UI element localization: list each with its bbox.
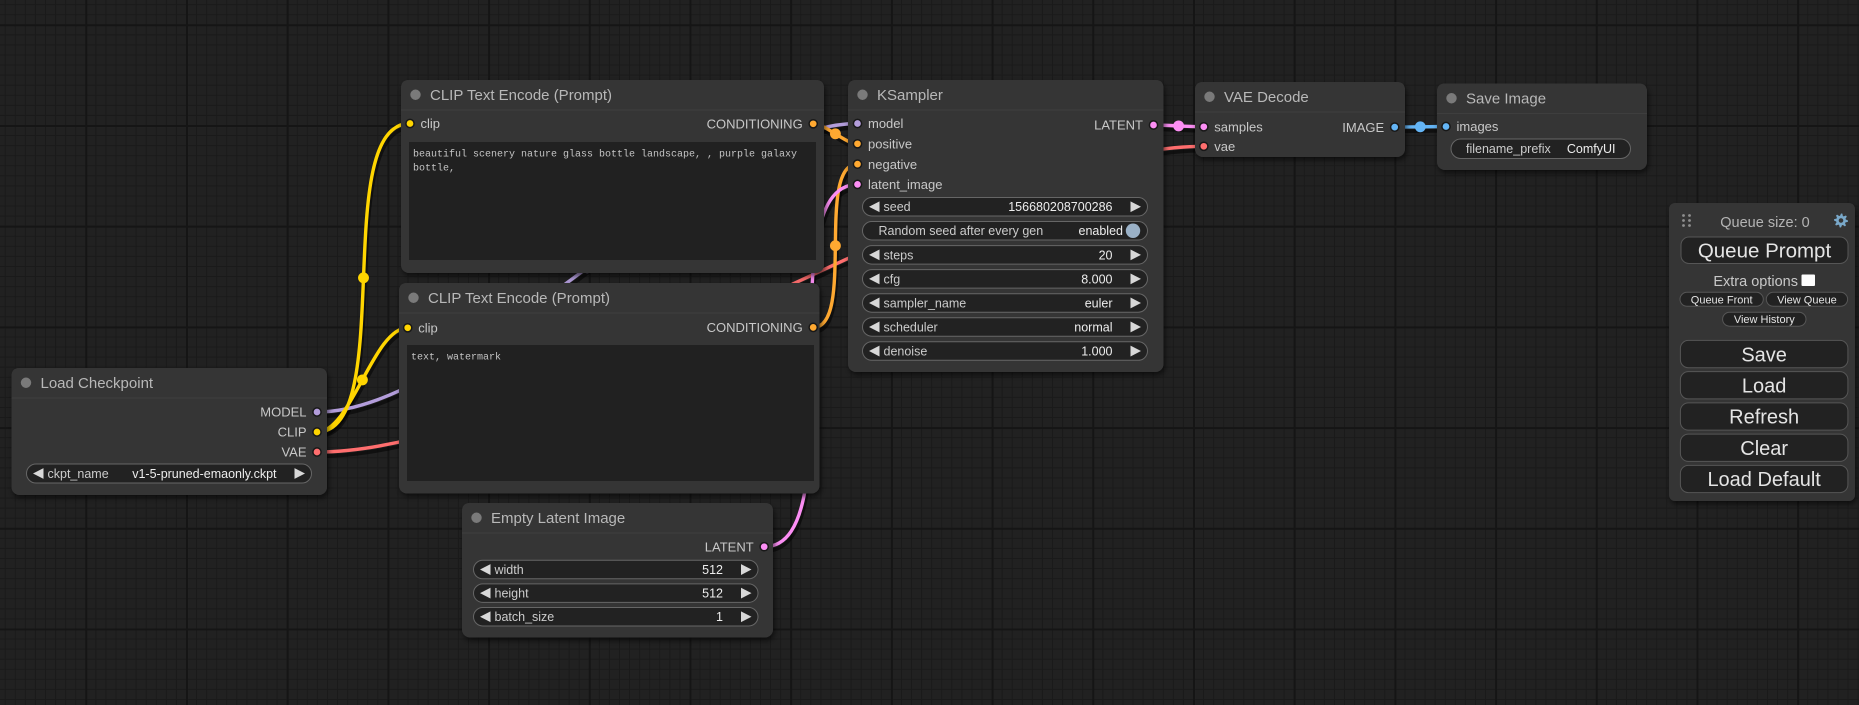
svg-text:VAE: VAE	[281, 445, 306, 460]
svg-text:Load Checkpoint: Load Checkpoint	[41, 375, 154, 392]
svg-text:Load: Load	[1742, 375, 1787, 397]
svg-text:beautiful scenery nature glass: beautiful scenery nature glass bottle la…	[413, 149, 797, 161]
svg-text:batch_size: batch_size	[495, 610, 555, 624]
svg-text:View Queue: View Queue	[1777, 294, 1837, 306]
svg-text:model: model	[868, 116, 904, 131]
svg-text:Random seed after every gen: Random seed after every gen	[879, 224, 1044, 238]
svg-text:20: 20	[1099, 248, 1113, 262]
svg-text:latent_image: latent_image	[868, 177, 942, 192]
svg-text:Save: Save	[1741, 344, 1787, 366]
svg-text:v1-5-pruned-emaonly.ckpt: v1-5-pruned-emaonly.ckpt	[132, 467, 277, 481]
svg-text:text, watermark: text, watermark	[411, 352, 501, 364]
svg-text:MODEL: MODEL	[260, 405, 306, 420]
svg-text:steps: steps	[884, 248, 914, 262]
svg-text:Queue Front: Queue Front	[1691, 294, 1753, 306]
svg-text:VAE Decode: VAE Decode	[1224, 89, 1309, 106]
svg-text:Empty Latent Image: Empty Latent Image	[491, 510, 625, 527]
svg-text:vae: vae	[1214, 139, 1235, 154]
svg-text:samples: samples	[1214, 120, 1263, 135]
svg-text:normal: normal	[1074, 320, 1112, 334]
svg-text:Save Image: Save Image	[1466, 91, 1546, 108]
svg-text:filename_prefix: filename_prefix	[1466, 142, 1552, 156]
svg-text:IMAGE: IMAGE	[1342, 120, 1384, 135]
svg-text:positive: positive	[868, 137, 912, 152]
svg-text:CLIP: CLIP	[278, 425, 307, 440]
svg-text:LATENT: LATENT	[1094, 118, 1143, 133]
svg-text:KSampler: KSampler	[877, 87, 943, 104]
svg-text:Queue Prompt: Queue Prompt	[1698, 240, 1832, 263]
svg-text:height: height	[495, 587, 530, 601]
svg-text:Load Default: Load Default	[1707, 469, 1821, 491]
svg-text:clip: clip	[421, 116, 441, 131]
svg-text:LATENT: LATENT	[705, 539, 754, 554]
svg-text:512: 512	[702, 563, 723, 577]
svg-text:images: images	[1457, 119, 1499, 134]
svg-text:CONDITIONING: CONDITIONING	[707, 320, 803, 335]
svg-text:scheduler: scheduler	[884, 320, 938, 334]
svg-text:ckpt_name: ckpt_name	[48, 467, 109, 481]
svg-text:Extra options: Extra options	[1713, 274, 1798, 290]
svg-text:clip: clip	[418, 321, 438, 336]
svg-text:enabled: enabled	[1079, 224, 1124, 238]
svg-text:8.000: 8.000	[1081, 272, 1112, 286]
svg-text:Refresh: Refresh	[1729, 407, 1799, 429]
svg-text:CLIP Text Encode (Prompt): CLIP Text Encode (Prompt)	[430, 87, 612, 104]
svg-text:negative: negative	[868, 157, 917, 172]
svg-text:1.000: 1.000	[1081, 344, 1112, 358]
svg-text:CONDITIONING: CONDITIONING	[707, 117, 803, 132]
svg-text:1: 1	[716, 610, 723, 624]
svg-text:View History: View History	[1734, 314, 1795, 326]
svg-text:cfg: cfg	[884, 272, 901, 286]
svg-text:Queue size: 0: Queue size: 0	[1720, 215, 1809, 231]
svg-text:width: width	[494, 563, 524, 577]
svg-text:ComfyUI: ComfyUI	[1567, 142, 1616, 156]
svg-text:CLIP Text Encode (Prompt): CLIP Text Encode (Prompt)	[428, 290, 610, 307]
svg-text:sampler_name: sampler_name	[884, 296, 967, 310]
svg-text:bottle,: bottle,	[413, 163, 455, 175]
svg-text:denoise: denoise	[884, 344, 928, 358]
svg-text:512: 512	[702, 587, 723, 601]
svg-text:euler: euler	[1085, 296, 1113, 310]
svg-text:Clear: Clear	[1740, 438, 1788, 460]
svg-text:156680208700286: 156680208700286	[1008, 200, 1112, 214]
svg-text:seed: seed	[884, 200, 911, 214]
